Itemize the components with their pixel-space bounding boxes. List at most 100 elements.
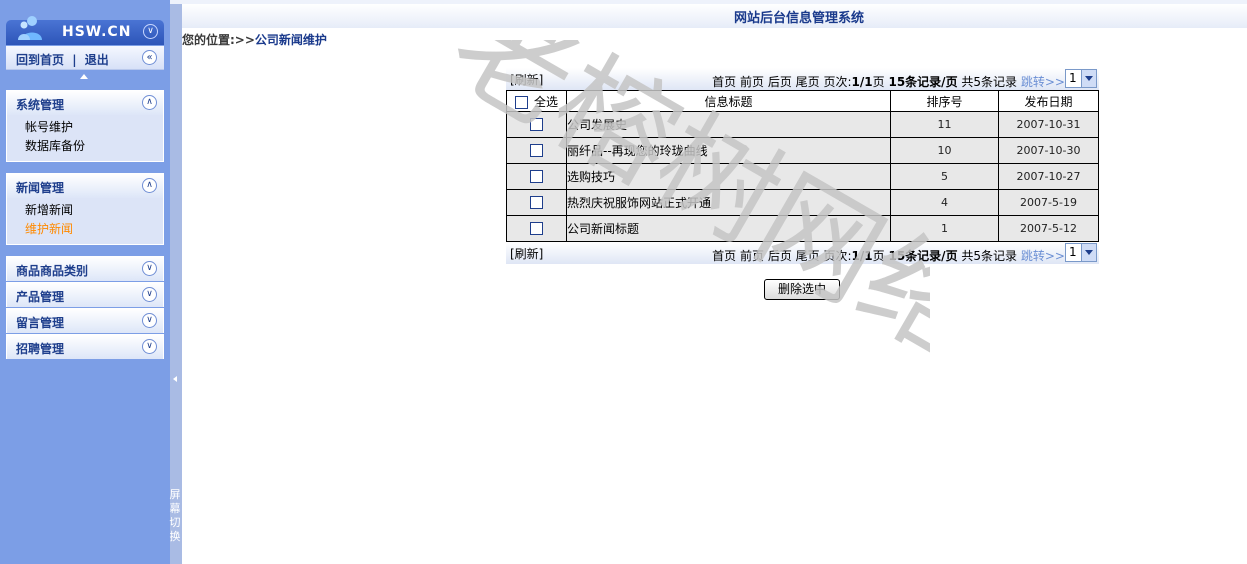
menu-group-header[interactable]: 留言管理 ∨: [7, 309, 163, 333]
row-checkbox[interactable]: [530, 222, 543, 236]
row-checkbox[interactable]: [530, 196, 543, 210]
sidebar-splitter[interactable]: 屏幕切换: [170, 4, 182, 564]
collapse-all-icon[interactable]: ∨: [143, 24, 158, 39]
screen-switch-label[interactable]: 屏幕切换: [169, 488, 181, 544]
last-page-link[interactable]: 尾页: [796, 75, 820, 89]
page-select-value: 1: [1069, 71, 1077, 85]
title-header: 信息标题: [566, 90, 891, 112]
page-select[interactable]: 1: [1065, 69, 1097, 88]
menu-group-title: 系统管理: [16, 98, 65, 112]
menu-group-product-category: 商品商品类别 ∨: [6, 256, 164, 281]
menu-group-system: 系统管理 ∧ 帐号维护 数据库备份: [6, 90, 164, 162]
menu-item-account[interactable]: 帐号维护: [25, 118, 163, 137]
select-all-header[interactable]: 全选: [506, 90, 567, 112]
row-title[interactable]: 选购技巧: [566, 163, 891, 190]
chevron-down-icon[interactable]: ∨: [142, 339, 157, 354]
row-order: 5: [890, 163, 999, 190]
page-select[interactable]: 1: [1065, 243, 1097, 262]
logout-link[interactable]: 退出: [85, 53, 109, 67]
row-title[interactable]: 公司发展史: [566, 111, 891, 138]
delete-selected-button[interactable]: 删除选中: [764, 279, 840, 300]
refresh-link[interactable]: [刷新]: [510, 245, 543, 262]
menu-item-maintain-news[interactable]: 维护新闻: [25, 220, 163, 239]
row-title[interactable]: 热烈庆祝服饰网站正式开通: [566, 189, 891, 216]
page-label: 页次:: [823, 249, 852, 263]
news-table: 全选 信息标题 排序号 发布日期 公司发展史 11 2007-10-31 丽纤品…: [506, 90, 1099, 242]
page-value: 1/1: [851, 75, 873, 89]
chevron-down-icon[interactable]: ∨: [142, 261, 157, 276]
refresh-link[interactable]: [刷新]: [510, 71, 543, 88]
chevron-up-icon[interactable]: ∧: [142, 95, 157, 110]
row-checkbox[interactable]: [530, 170, 543, 184]
row-order: 1: [890, 215, 999, 242]
menu-group-title: 招聘管理: [16, 342, 65, 356]
scroll-up-arrow-icon[interactable]: [80, 74, 88, 79]
prev-page-link[interactable]: 前页: [740, 249, 764, 263]
menu-group-title: 留言管理: [16, 316, 65, 330]
next-page-link[interactable]: 后页: [768, 249, 792, 263]
home-bar: 回到首页 | 退出 «: [6, 46, 164, 70]
users-icon: [18, 16, 42, 40]
row-date: 2007-10-27: [998, 163, 1099, 190]
row-title[interactable]: 公司新闻标题: [566, 215, 891, 242]
per-page: 15条记录/页: [888, 75, 958, 89]
page-value: 1/1: [851, 249, 873, 263]
menu-group-recruit: 招聘管理 ∨: [6, 334, 164, 359]
row-date: 2007-5-19: [998, 189, 1099, 216]
select-all-checkbox[interactable]: [514, 95, 528, 109]
menu-group-products: 产品管理 ∨: [6, 282, 164, 307]
chevron-down-icon[interactable]: ∨: [142, 313, 157, 328]
menu-group-header[interactable]: 招聘管理 ∨: [7, 335, 163, 359]
page-select-value: 1: [1069, 245, 1077, 259]
menu-group-title: 商品商品类别: [16, 264, 89, 278]
system-title: 网站后台信息管理系统: [734, 11, 865, 26]
row-date: 2007-10-31: [998, 111, 1099, 138]
first-page-link[interactable]: 首页: [712, 249, 736, 263]
jump-link[interactable]: 跳转>>: [1021, 249, 1065, 263]
menu-group-header[interactable]: 系统管理 ∧: [7, 91, 163, 115]
menu-group-header[interactable]: 产品管理 ∨: [7, 283, 163, 307]
last-page-link[interactable]: 尾页: [796, 249, 820, 263]
chevron-up-icon[interactable]: ∧: [142, 178, 157, 193]
table-row: 公司新闻标题 1 2007-5-12: [506, 215, 1099, 242]
table-row: 公司发展史 11 2007-10-31: [506, 111, 1099, 138]
page-unit: 页: [872, 75, 885, 89]
row-checkbox[interactable]: [530, 118, 543, 132]
menu-item-db-backup[interactable]: 数据库备份: [25, 137, 163, 156]
menu-group-header[interactable]: 新闻管理 ∧: [7, 174, 163, 198]
row-checkbox[interactable]: [530, 144, 543, 158]
first-page-link[interactable]: 首页: [712, 75, 736, 89]
dropdown-arrow-icon[interactable]: [1081, 244, 1096, 261]
sidebar: HSW.CN ∨ 回到首页 | 退出 « 系统管理 ∧ 帐号维护 数据库备份 新…: [0, 0, 170, 564]
menu-group-title: 产品管理: [16, 290, 65, 304]
menu-item-add-news[interactable]: 新增新闻: [25, 201, 163, 220]
menu-group-messages: 留言管理 ∨: [6, 308, 164, 333]
per-page: 15条记录/页: [888, 249, 958, 263]
pager-bottom: [刷新] 首页 前页 后页 尾页 页次:1/1页 15条记录/页 共5条记录 跳…: [506, 242, 1099, 264]
page-label: 页次:: [823, 75, 852, 89]
chevron-down-icon[interactable]: ∨: [142, 287, 157, 302]
table-row: 热烈庆祝服饰网站正式开通 4 2007-5-19: [506, 189, 1099, 216]
prev-page-link[interactable]: 前页: [740, 75, 764, 89]
news-grid: [刷新] 首页 前页 后页 尾页 页次:1/1页 15条记录/页 共5条记录 跳…: [506, 68, 1099, 264]
row-order: 11: [890, 111, 999, 138]
breadcrumb-current: 公司新闻维护: [254, 33, 327, 47]
row-title[interactable]: 丽纤品--再现您的玲珑曲线: [566, 137, 891, 164]
double-left-chevron-icon[interactable]: «: [142, 50, 157, 65]
collapse-left-arrow-icon[interactable]: [173, 376, 177, 382]
order-header: 排序号: [890, 90, 999, 112]
breadcrumb-prefix: 您的位置:>>: [182, 33, 255, 47]
brand-name: HSW.CN: [62, 24, 132, 40]
table-row: 丽纤品--再现您的玲珑曲线 10 2007-10-30: [506, 137, 1099, 164]
menu-group-title: 新闻管理: [16, 181, 65, 195]
row-date: 2007-10-30: [998, 137, 1099, 164]
menu-group-news: 新闻管理 ∧ 新增新闻 维护新闻: [6, 173, 164, 245]
jump-link[interactable]: 跳转>>: [1021, 75, 1065, 89]
total-records: 共5条记录: [961, 75, 1018, 89]
home-link[interactable]: 回到首页: [16, 53, 64, 67]
dropdown-arrow-icon[interactable]: [1081, 70, 1096, 87]
next-page-link[interactable]: 后页: [768, 75, 792, 89]
menu-group-header[interactable]: 商品商品类别 ∨: [7, 257, 163, 281]
table-header-row: 全选 信息标题 排序号 发布日期: [506, 90, 1099, 112]
breadcrumb: 您的位置:>>公司新闻维护: [182, 31, 327, 48]
